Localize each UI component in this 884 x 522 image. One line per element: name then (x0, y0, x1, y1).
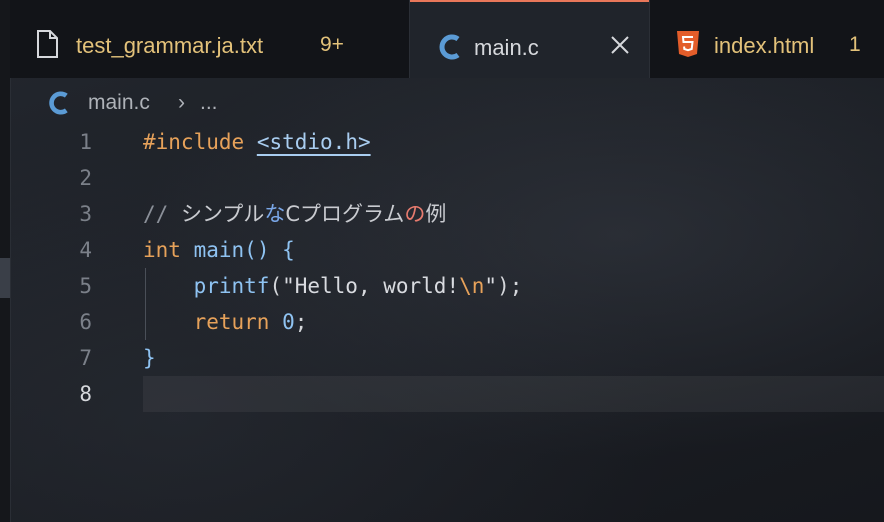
tab-test-grammar[interactable]: test_grammar.ja.txt 9+ (10, 0, 410, 78)
tab-label: index.html (714, 33, 815, 58)
line-number: 2 (79, 166, 92, 190)
code-line[interactable]: 4 int main() { (10, 232, 884, 268)
c-language-icon (436, 33, 462, 66)
code-line[interactable]: 5 printf("Hello, world!\n"); (10, 268, 884, 304)
close-icon[interactable] (608, 33, 632, 57)
code-editor[interactable]: 1 #include <stdio.h> 2 3 // シンプルなCプログラムの… (10, 124, 884, 522)
code-line[interactable]: 1 #include <stdio.h> (10, 124, 884, 160)
scroll-marker (0, 258, 10, 298)
file-icon (36, 30, 58, 63)
breadcrumb-file[interactable]: main.c (88, 91, 150, 115)
problems-badge: 9+ (320, 33, 344, 56)
line-content: // シンプルなCプログラムの例 (143, 202, 447, 226)
line-number: 4 (79, 238, 92, 262)
line-number: 6 (79, 310, 92, 334)
tab-label: test_grammar.ja.txt (76, 33, 264, 58)
line-content: int main() { (143, 238, 295, 262)
problems-badge: 1 (849, 33, 861, 56)
breadcrumb-symbols[interactable]: ... (200, 91, 218, 115)
tab-bar: test_grammar.ja.txt 9+ main.c index.html… (10, 0, 884, 78)
line-number: 8 (79, 382, 92, 406)
tab-label: main.c (474, 35, 539, 60)
line-content: #include <stdio.h> (143, 130, 371, 154)
include-link[interactable]: <stdio.h> (257, 130, 371, 154)
tab-main-c[interactable]: main.c (410, 0, 649, 78)
html5-icon (676, 30, 700, 63)
code-line[interactable]: 3 // シンプルなCプログラムの例 (10, 196, 884, 232)
line-number: 3 (79, 202, 92, 226)
line-number: 5 (79, 274, 92, 298)
line-content: printf("Hello, world!\n"); (193, 274, 523, 298)
line-number: 7 (79, 346, 92, 370)
c-language-icon (46, 90, 70, 121)
line-content: return 0; (193, 310, 308, 334)
code-line[interactable]: 2 (10, 160, 884, 196)
chevron-right-icon: › (178, 91, 185, 114)
line-content: } (143, 346, 156, 370)
code-line[interactable]: 6 return 0; (10, 304, 884, 340)
line-number: 1 (79, 130, 92, 154)
code-line[interactable]: 7 } (10, 340, 884, 376)
breadcrumb: main.c › ... (10, 78, 884, 126)
tab-index-html[interactable]: index.html 1 (649, 0, 884, 78)
code-line-active[interactable]: 8 (10, 376, 884, 412)
